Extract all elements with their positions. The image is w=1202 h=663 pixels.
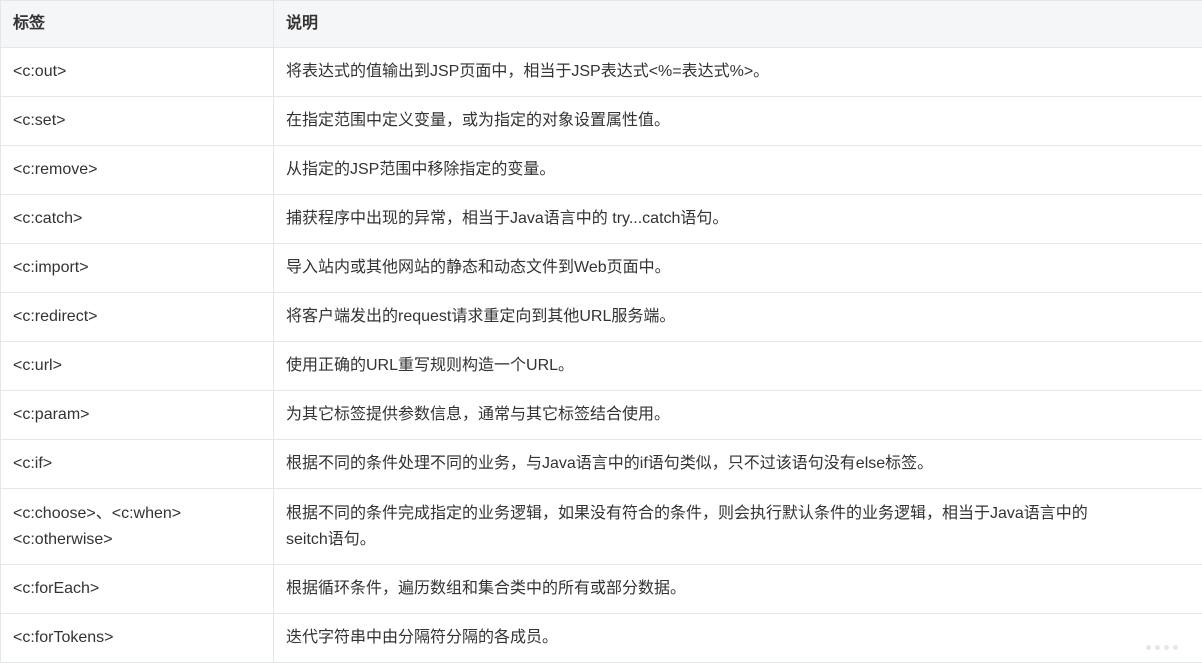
description-cell: 根据循环条件，遍历数组和集合类中的所有或部分数据。 xyxy=(273,564,1202,614)
tag-cell: <c:forTokens> xyxy=(0,613,274,663)
jstl-core-tags-table-container: 标签 说明 <c:out> 将表达式的值输出到JSP页面中，相当于JSP表达式<… xyxy=(0,0,1202,663)
tag-text: <c:forEach> xyxy=(13,580,100,597)
table-row: <c:redirect> 将客户端发出的request请求重定向到其他URL服务… xyxy=(0,292,1202,342)
description-cell: 在指定范围中定义变量，或为指定的对象设置属性值。 xyxy=(273,96,1202,146)
header-description: 说明 xyxy=(273,0,1202,48)
description-text: 导入站内或其他网站的静态和动态文件到Web页面中。 xyxy=(286,259,671,276)
tag-text: <c:set> xyxy=(13,112,66,129)
description-text: 从指定的JSP范围中移除指定的变量。 xyxy=(286,161,556,178)
description-text: 使用正确的URL重写规则构造一个URL。 xyxy=(286,357,575,374)
description-text: 为其它标签提供参数信息，通常与其它标签结合使用。 xyxy=(286,406,671,423)
jstl-core-tags-table: 标签 说明 <c:out> 将表达式的值输出到JSP页面中，相当于JSP表达式<… xyxy=(0,0,1202,663)
header-tag: 标签 xyxy=(0,0,274,48)
tag-cell: <c:set> xyxy=(0,96,274,146)
tag-cell: <c:catch> xyxy=(0,194,274,244)
description-text: 将表达式的值输出到JSP页面中，相当于JSP表达式<%=表达式%>。 xyxy=(286,63,770,80)
tag-text: <c:forTokens> xyxy=(13,629,114,646)
table-row: <c:out> 将表达式的值输出到JSP页面中，相当于JSP表达式<%=表达式%… xyxy=(0,47,1202,97)
tag-cell: <c:url> xyxy=(0,341,274,391)
description-text: seitch语句。 xyxy=(286,530,376,548)
table-row: <c:url> 使用正确的URL重写规则构造一个URL。 xyxy=(0,341,1202,391)
tag-text: <c:import> xyxy=(13,259,89,276)
tag-text: <c:if> xyxy=(13,455,53,472)
tag-cell: <c:if> xyxy=(0,439,274,489)
table-row: <c:if> 根据不同的条件处理不同的业务，与Java语言中的if语句类似，只不… xyxy=(0,439,1202,489)
description-cell: 使用正确的URL重写规则构造一个URL。 xyxy=(273,341,1202,391)
table-row: <c:remove> 从指定的JSP范围中移除指定的变量。 xyxy=(0,145,1202,195)
description-cell: 导入站内或其他网站的静态和动态文件到Web页面中。 xyxy=(273,243,1202,293)
description-cell: 根据不同的条件处理不同的业务，与Java语言中的if语句类似，只不过该语句没有e… xyxy=(273,439,1202,489)
tag-text: <c:param> xyxy=(13,406,90,423)
table-row: <c:choose>、<c:when> <c:otherwise> 根据不同的条… xyxy=(0,488,1202,565)
description-cell: 迭代字符串中由分隔符分隔的各成员。 xyxy=(273,613,1202,663)
tag-cell: <c:remove> xyxy=(0,145,274,195)
table-row: <c:catch> 捕获程序中出现的异常，相当于Java语言中的 try...c… xyxy=(0,194,1202,244)
description-cell: 从指定的JSP范围中移除指定的变量。 xyxy=(273,145,1202,195)
tag-cell: <c:import> xyxy=(0,243,274,293)
description-text: 根据循环条件，遍历数组和集合类中的所有或部分数据。 xyxy=(286,580,687,597)
tag-cell: <c:forEach> xyxy=(0,564,274,614)
description-text: 迭代字符串中由分隔符分隔的各成员。 xyxy=(286,629,559,646)
tag-text: <c:remove> xyxy=(13,161,98,178)
description-cell: 将表达式的值输出到JSP页面中，相当于JSP表达式<%=表达式%>。 xyxy=(273,47,1202,97)
description-text: 将客户端发出的request请求重定向到其他URL服务端。 xyxy=(286,308,676,325)
tag-text: <c:catch> xyxy=(13,210,83,227)
description-cell: 将客户端发出的request请求重定向到其他URL服务端。 xyxy=(273,292,1202,342)
tag-text: <c:redirect> xyxy=(13,308,98,325)
description-text: 根据不同的条件完成指定的业务逻辑，如果没有符合的条件，则会执行默认条件的业务逻辑… xyxy=(286,504,1088,522)
tag-cell: <c:choose>、<c:when> <c:otherwise> xyxy=(0,488,274,565)
table-row: <c:param> 为其它标签提供参数信息，通常与其它标签结合使用。 xyxy=(0,390,1202,440)
description-text: 根据不同的条件处理不同的业务，与Java语言中的if语句类似，只不过该语句没有e… xyxy=(286,455,934,472)
tag-text: <c:url> xyxy=(13,357,62,374)
table-row: <c:set> 在指定范围中定义变量，或为指定的对象设置属性值。 xyxy=(0,96,1202,146)
table-row: <c:forTokens> 迭代字符串中由分隔符分隔的各成员。 xyxy=(0,613,1202,663)
description-cell: 捕获程序中出现的异常，相当于Java语言中的 try...catch语句。 xyxy=(273,194,1202,244)
tag-cell: <c:out> xyxy=(0,47,274,97)
description-cell: 根据不同的条件完成指定的业务逻辑，如果没有符合的条件，则会执行默认条件的业务逻辑… xyxy=(273,488,1202,565)
tag-cell: <c:param> xyxy=(0,390,274,440)
tag-cell: <c:redirect> xyxy=(0,292,274,342)
description-text: 在指定范围中定义变量，或为指定的对象设置属性值。 xyxy=(286,112,671,129)
table-row: <c:import> 导入站内或其他网站的静态和动态文件到Web页面中。 xyxy=(0,243,1202,293)
table-row: <c:forEach> 根据循环条件，遍历数组和集合类中的所有或部分数据。 xyxy=(0,564,1202,614)
description-text: 捕获程序中出现的异常，相当于Java语言中的 try...catch语句。 xyxy=(286,210,729,227)
tag-text: <c:out> xyxy=(13,63,67,80)
description-cell: 为其它标签提供参数信息，通常与其它标签结合使用。 xyxy=(273,390,1202,440)
table-header-row: 标签 说明 xyxy=(0,0,1202,48)
tag-text: <c:choose>、<c:when> xyxy=(13,504,182,522)
watermark-dots-icon xyxy=(1146,637,1192,651)
tag-text: <c:otherwise> xyxy=(13,530,113,548)
